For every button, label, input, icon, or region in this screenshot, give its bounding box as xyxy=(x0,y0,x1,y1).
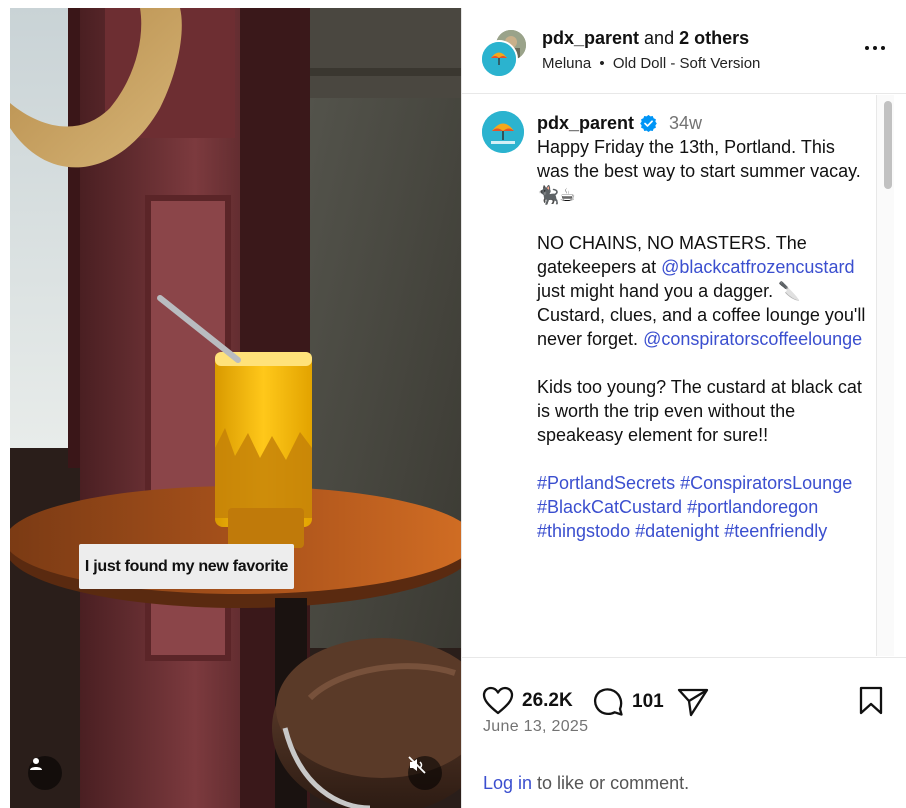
video-frame xyxy=(10,8,461,808)
header-username[interactable]: pdx_parent xyxy=(542,28,639,48)
hashtag-link[interactable]: #BlackCatCustard xyxy=(537,497,682,517)
video-player[interactable]: I just found my new favorite xyxy=(10,8,461,808)
caption-paragraph: Happy Friday the 13th, Portland. This wa… xyxy=(537,135,867,207)
comment-icon[interactable] xyxy=(593,686,624,717)
audio-song: Old Doll - Soft Version xyxy=(612,55,761,72)
login-prompt: Log in to like or comment. xyxy=(483,773,689,794)
post-date[interactable]: June 13, 2025 xyxy=(483,718,588,736)
verified-badge-icon xyxy=(640,114,657,132)
caption-paragraph: NO CHAINS, NO MASTERS. The gatekeepers a… xyxy=(537,231,867,351)
caption-paragraph: #PortlandSecrets #ConspiratorsLounge #Bl… xyxy=(537,471,867,543)
login-link[interactable]: Log in xyxy=(483,773,532,793)
caption-text: Kids too young? The custard at black cat… xyxy=(537,377,862,445)
comments-scroll-area[interactable]: pdx_parent 34w Happy Friday the 13th, Po… xyxy=(462,95,906,656)
mention-link[interactable]: @blackcatfrozencustard xyxy=(661,257,854,277)
speaker-muted-icon xyxy=(408,756,426,774)
caption-username[interactable]: pdx_parent xyxy=(537,111,634,135)
caption-time-ago[interactable]: 34w xyxy=(669,111,702,135)
more-options-button[interactable] xyxy=(861,38,889,58)
tagged-users-button[interactable] xyxy=(28,756,62,790)
login-prompt-text: to like or comment. xyxy=(532,773,690,793)
author-avatar-small xyxy=(480,40,518,78)
hashtag-link[interactable]: #PortlandSecrets xyxy=(537,473,675,493)
more-dot xyxy=(881,46,885,50)
like-count[interactable]: 26.2K xyxy=(522,690,573,712)
post-caption: pdx_parent 34w Happy Friday the 13th, Po… xyxy=(537,111,867,567)
caption-author-line: pdx_parent 34w xyxy=(537,111,867,135)
share-icon[interactable] xyxy=(677,687,709,717)
collab-avatars[interactable] xyxy=(480,28,528,78)
share-action[interactable] xyxy=(677,687,709,717)
audio-separator: • xyxy=(599,55,605,72)
comment-action[interactable]: 101 xyxy=(593,686,664,717)
comments-scrollbar[interactable] xyxy=(876,95,894,656)
video-text-overlay: I just found my new favorite xyxy=(79,544,294,589)
hashtag-link[interactable]: #datenight xyxy=(635,521,719,541)
bookmark-icon[interactable] xyxy=(858,686,884,716)
caption-author-avatar[interactable] xyxy=(482,111,524,153)
header-and: and xyxy=(644,28,675,48)
post-dialog: I just found my new favorite pdx_parent … xyxy=(10,8,906,808)
hashtag-link[interactable]: #ConspiratorsLounge xyxy=(680,473,852,493)
hashtag-link[interactable]: #teenfriendly xyxy=(724,521,827,541)
hashtag-link[interactable]: #portlandoregon xyxy=(687,497,818,517)
like-action[interactable]: 26.2K xyxy=(482,686,573,716)
actions-bar: 26.2K 101 June 13, 2025 Log in to like o… xyxy=(462,657,906,808)
mute-button[interactable] xyxy=(408,756,442,790)
scrollbar-thumb[interactable] xyxy=(884,101,892,189)
comment-count[interactable]: 101 xyxy=(632,691,664,713)
mention-link[interactable]: @conspiratorscoffeelounge xyxy=(643,329,862,349)
heart-icon[interactable] xyxy=(482,686,514,716)
header-title: pdx_parent and 2 others xyxy=(542,28,749,49)
post-side-panel: pdx_parent and 2 others Meluna • Old Dol… xyxy=(461,8,906,808)
audio-info[interactable]: Meluna • Old Doll - Soft Version xyxy=(542,55,760,72)
more-dot xyxy=(873,46,877,50)
caption-text: Happy Friday the 13th, Portland. This wa… xyxy=(537,137,861,205)
hashtag-link[interactable]: #thingstodo xyxy=(537,521,630,541)
caption-paragraph: Kids too young? The custard at black cat… xyxy=(537,375,867,447)
header-others[interactable]: 2 others xyxy=(679,28,749,48)
save-action[interactable] xyxy=(858,686,884,716)
audio-artist: Meluna xyxy=(542,55,592,72)
user-icon xyxy=(30,758,42,770)
more-dot xyxy=(865,46,869,50)
post-header: pdx_parent and 2 others Meluna • Old Dol… xyxy=(462,8,906,94)
caption-body: Happy Friday the 13th, Portland. This wa… xyxy=(537,135,867,543)
